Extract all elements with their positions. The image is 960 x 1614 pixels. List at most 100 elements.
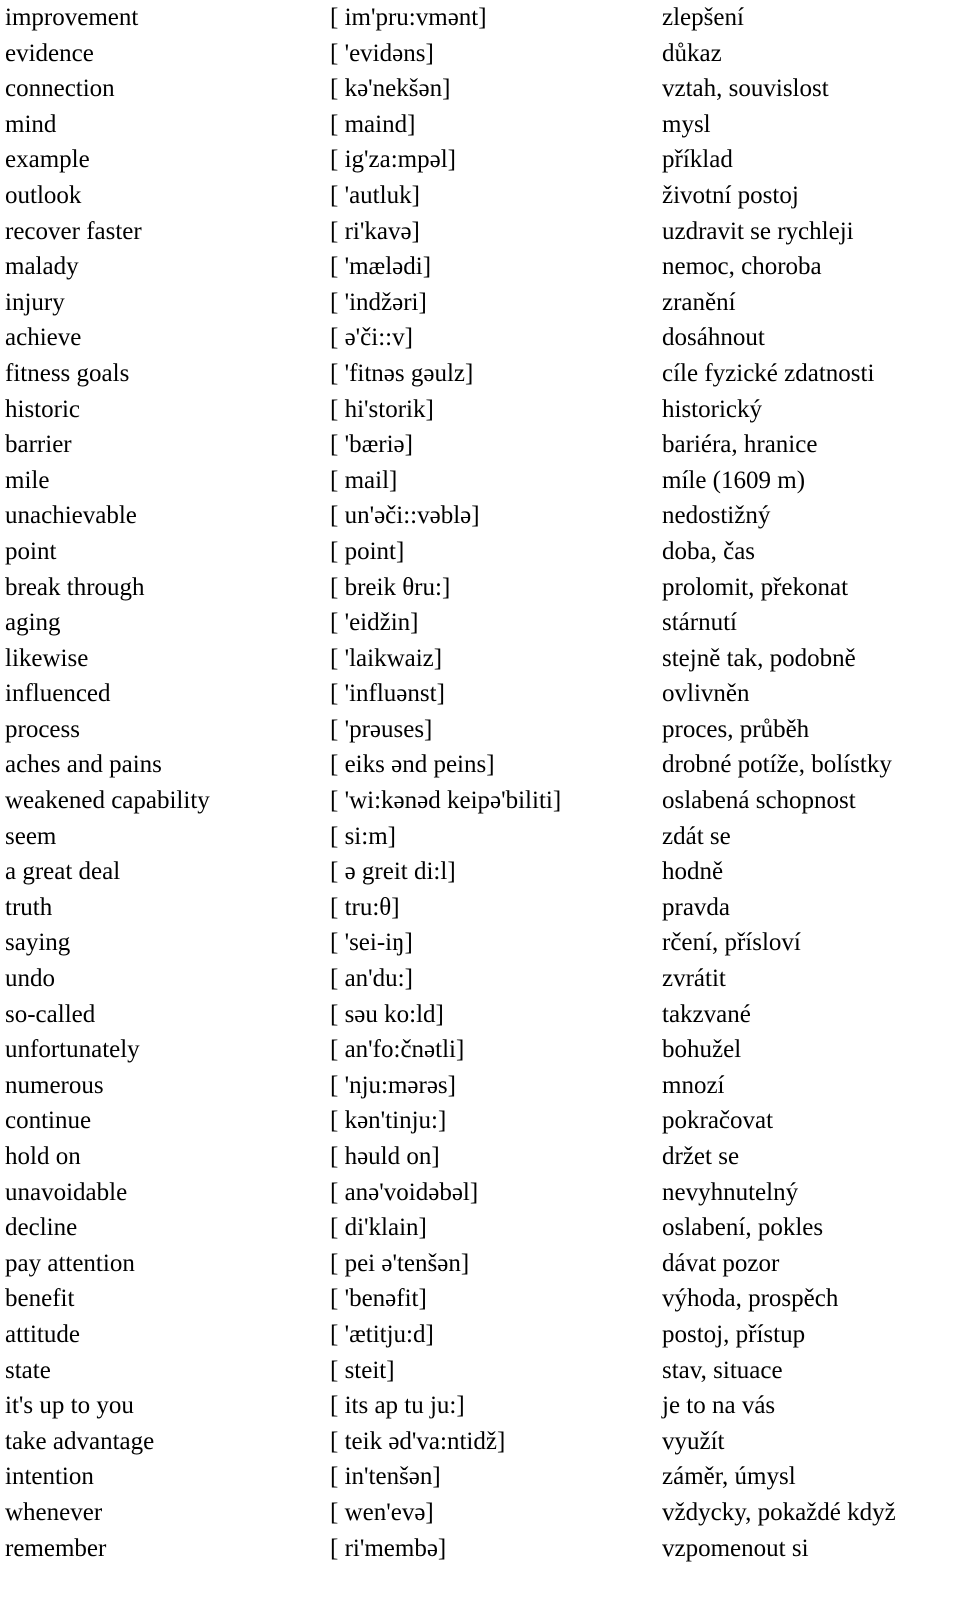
table-row: unfortunately [ an'fo:čnətli] bohužel [0,1032,960,1068]
vocab-term: continue [5,1107,92,1135]
vocab-term: mind [5,110,57,138]
vocab-phonetic: [ 'bæriə] [330,431,413,459]
vocab-translation: životní postoj [662,181,799,209]
vocab-translation: stejně tak, podobně [662,644,856,672]
table-row: likewise [ 'laikwaiz] stejně tak, podobně [0,641,960,677]
vocab-phonetic: [ its ap tu ju:] [330,1392,465,1420]
vocab-translation: hodně [662,858,724,886]
table-row: aches and pains [ eiks ənd peins] drobné p… [0,747,960,783]
vocab-translation: postoj, přístup [662,1320,806,1348]
vocab-term: hold on [5,1143,81,1170]
table-row: truth [ tru:θ] pravda [0,890,960,926]
table-row: it's up to you [ its ap tu ju:] je to na v… [0,1388,960,1424]
vocab-translation: mysl [662,110,711,138]
vocab-phonetic: [ tru:θ] [330,893,400,921]
vocab-phonetic: [ eiks ənd peins] [330,751,495,779]
vocab-translation: stav, situace [662,1356,783,1384]
vocab-translation: historický [662,395,762,423]
vocab-term: it's up to you [5,1392,134,1420]
vocab-phonetic: [ teik əd'va:ntidž] [330,1427,506,1455]
vocab-term: outlook [5,181,82,209]
vocab-phonetic: [ ig'za:mpəl] [330,146,456,174]
table-row: hold on [ həuld on] držet se [0,1139,960,1175]
table-row: intention [ in'tenšən] záměr, úmysl [0,1459,960,1495]
table-row: aging [ 'eidžin] stárnutí [0,605,960,641]
vocab-translation: míle (1609 m) [662,466,806,494]
vocab-phonetic: [ an'du:] [330,965,413,993]
vocab-translation: zvrátit [662,965,726,993]
vocab-translation: zdát se [662,822,731,850]
vocab-phonetic: [ 'eidžin] [330,609,419,637]
table-row: undo [ an'du:] zvrátit [0,961,960,997]
vocab-phonetic: [ 'indžəri] [330,288,427,316]
vocab-translation: bohužel [662,1036,742,1064]
vocab-phonetic: [ un'əči::vəblə] [330,502,480,530]
vocab-phonetic: [ kə'nekšən] [330,75,451,103]
table-row: mile [ mail] míle (1609 m) [0,463,960,499]
vocab-term: historic [5,395,80,423]
vocab-translation: využít [662,1427,725,1455]
vocab-translation: příklad [662,146,733,174]
vocab-translation: vztah, souvislost [662,75,829,103]
vocab-term: point [5,537,57,565]
vocab-translation: nedostižný [662,502,771,530]
table-row: example [ ig'za:mpəl] příklad [0,142,960,178]
vocab-term: evidence [5,39,94,67]
vocab-term: take advantage [5,1427,155,1455]
vocab-translation: dosáhnout [662,324,765,352]
vocab-phonetic: [ səu ko:ld] [330,1000,444,1028]
table-row: so-called [ səu ko:ld] takzvané [0,997,960,1033]
vocab-term: benefit [5,1285,75,1313]
vocab-phonetic: [ 'autluk] [330,181,420,209]
vocab-phonetic: [ maind] [330,110,416,138]
vocab-translation: cíle fyzické zdatnosti [662,359,875,387]
vocab-term: truth [5,893,53,921]
vocab-translation: pokračovat [662,1107,774,1135]
table-row: influenced [ 'influənst] ovlivněn [0,676,960,712]
table-row: pay attention [ pei ə'tenšən] dávat pozor [0,1246,960,1282]
vocab-phonetic: [ 'mælədi] [330,253,432,281]
vocab-phonetic: [ hi'storik] [330,395,434,423]
vocab-phonetic: [ im'pru:vmənt] [330,4,487,31]
vocab-term: barrier [5,431,72,459]
table-row: process [ 'prəuses] proces, průběh [0,712,960,748]
vocab-phonetic: [ pei ə'tenšən] [330,1249,470,1277]
vocab-term: unachievable [5,502,137,530]
vocab-phonetic: [ mail] [330,466,398,494]
vocab-translation: výhoda, prospěch [662,1285,839,1313]
vocab-term: recover faster [5,217,142,245]
vocab-phonetic: [ 'sei-iŋ] [330,929,413,957]
table-row: remember [ ri'membə] vzpomenout si [0,1531,960,1567]
table-row: seem [ si:m] zdát se [0,819,960,855]
table-row: outlook [ 'autluk] životní postoj [0,178,960,214]
table-row: evidence [ 'evidəns] důkaz [0,36,960,72]
vocab-term: likewise [5,644,89,672]
vocab-translation: záměr, úmysl [662,1463,796,1491]
vocab-translation: zlepšení [662,4,744,31]
table-row: malady [ 'mælədi] nemoc, choroba [0,249,960,285]
vocab-phonetic: [ ri'membə] [330,1534,447,1562]
vocab-phonetic: [ anə'voidəbəl] [330,1178,479,1206]
vocab-term: pay attention [5,1249,135,1277]
vocab-translation: dávat pozor [662,1249,780,1277]
vocab-term: seem [5,822,57,850]
vocab-translation: je to na vás [662,1392,776,1420]
vocab-translation: rčení, přísloví [662,929,801,957]
vocab-phonetic: [ 'nju:mərəs] [330,1071,456,1099]
table-row: benefit [ 'benəfit] výhoda, prospěch [0,1281,960,1317]
table-row: mind [ maind] mysl [0,107,960,143]
vocab-translation: stárnutí [662,609,737,637]
vocab-term: malady [5,253,79,281]
vocabulary-table: improvement [ im'pru:vmənt] zlepšení eviden… [0,0,960,1614]
table-row: historic [ hi'storik] historický [0,392,960,428]
vocab-phonetic: [ 'evidəns] [330,39,434,67]
table-row: recover faster [ ri'kavə] uzdravit se rych… [0,214,960,250]
vocab-term: whenever [5,1498,103,1526]
vocab-term: saying [5,929,71,957]
table-row: point [ point] doba, čas [0,534,960,570]
vocab-term: break through [5,573,145,601]
vocab-term: influenced [5,680,111,708]
vocab-term: weakened capability [5,787,210,815]
vocab-phonetic: [ 'influənst] [330,680,445,708]
vocab-term: numerous [5,1071,104,1099]
